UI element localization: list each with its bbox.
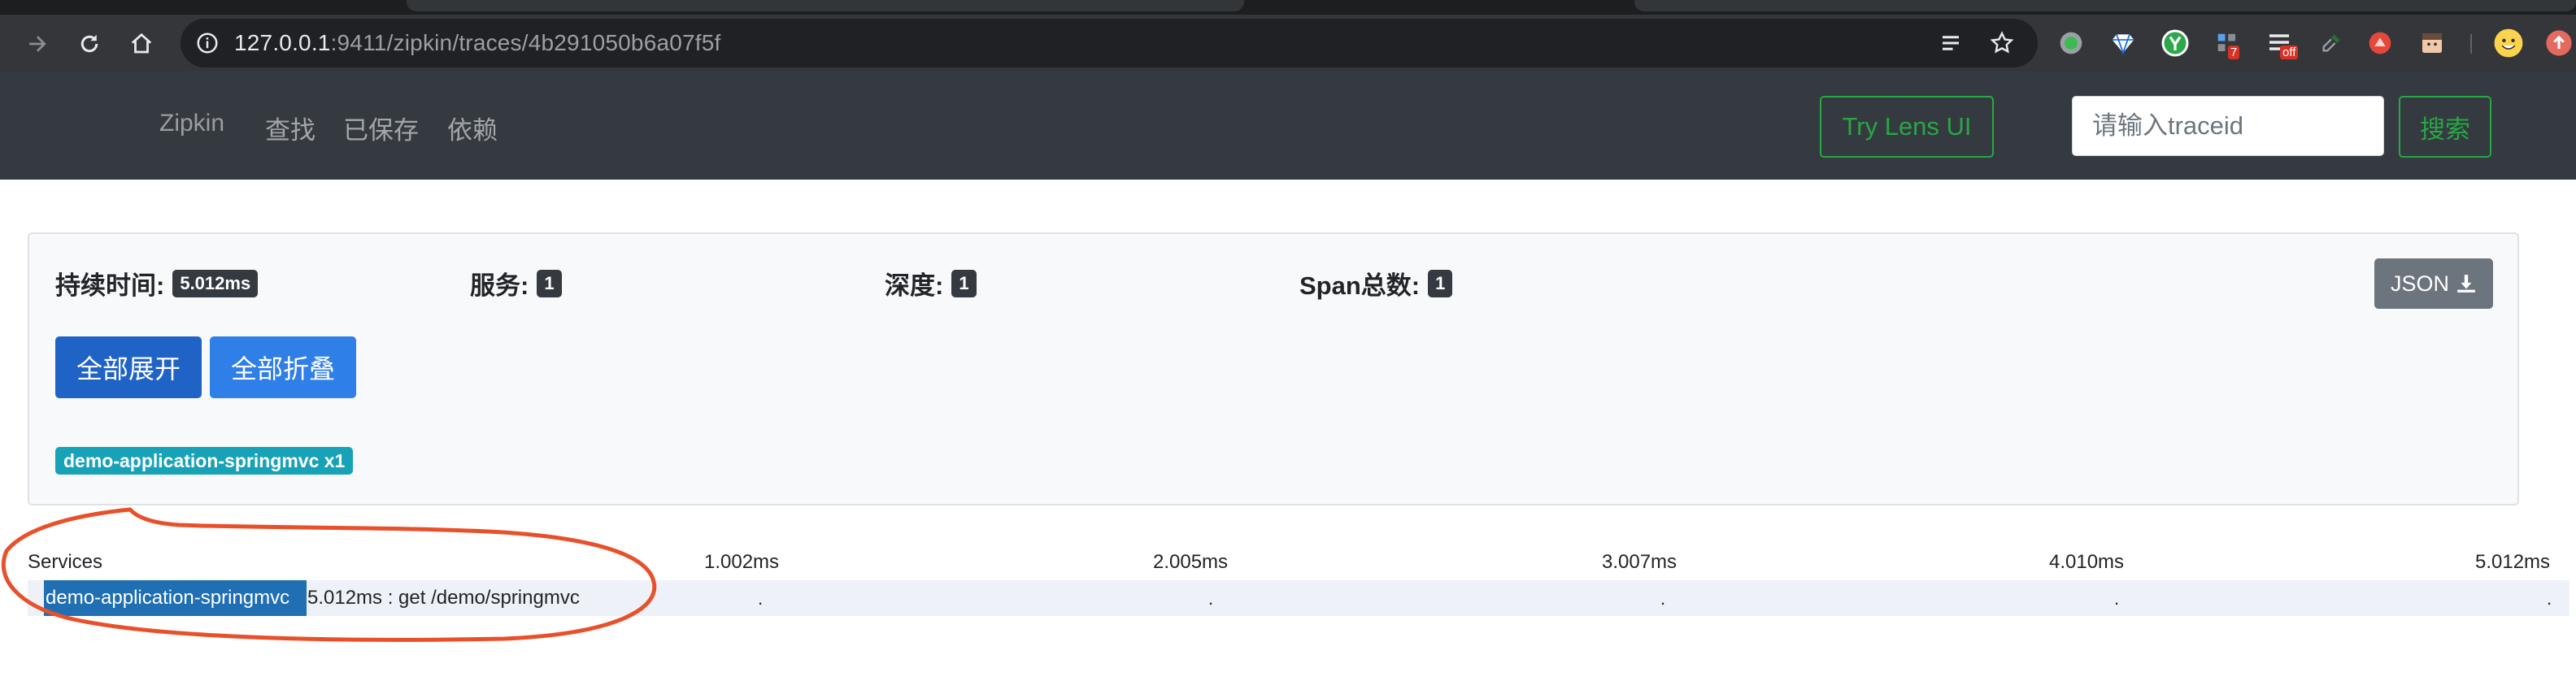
extension-blocks-icon[interactable]: 7: [2212, 28, 2243, 59]
duration-badge: 5.012ms: [172, 269, 259, 297]
traceid-input[interactable]: [2072, 96, 2384, 156]
brand-logo[interactable]: Zipkin: [159, 110, 224, 137]
nav-link-saved[interactable]: 已保存: [343, 110, 419, 146]
span-count-stat: Span总数: 1: [1299, 265, 1453, 301]
browser-tab[interactable]: [1634, 0, 2576, 11]
expand-all-button[interactable]: 全部展开: [55, 336, 202, 398]
json-download-button[interactable]: JSON: [2374, 258, 2493, 309]
tick-marker: .: [1208, 588, 1214, 609]
home-button[interactable]: [125, 28, 158, 60]
span-row[interactable]: demo-application-springmvc 5.012ms : get…: [28, 580, 2569, 616]
nav-link-find[interactable]: 查找: [265, 110, 315, 146]
extension-list-icon[interactable]: off: [2264, 28, 2299, 59]
try-lens-ui-button[interactable]: Try Lens UI: [1820, 96, 1994, 158]
home-icon: [131, 33, 152, 54]
forward-button[interactable]: [21, 28, 54, 60]
trace-timeline: Services 1.002ms 2.005ms 3.007ms 4.010ms…: [0, 536, 2576, 618]
extension-badge-count: 7: [2228, 46, 2240, 59]
tick-label: 3.007ms: [1602, 551, 1677, 573]
bookmark-star-icon[interactable]: [1989, 30, 2015, 56]
extension-eyedropper-icon[interactable]: [2316, 28, 2347, 59]
browser-toolbar: 127.0.0.1:9411/zipkin/traces/4b291050b6a…: [0, 15, 2576, 72]
toolbar-divider: [2470, 34, 2472, 54]
duration-label: 持续时间:: [55, 271, 165, 300]
tick-label: 5.012ms: [2475, 551, 2551, 573]
zipkin-navbar: Zipkin 查找 已保存 依赖 Try Lens UI 搜索: [0, 72, 2576, 180]
extension-badge-off: off: [2280, 46, 2299, 59]
tick-label: 4.010ms: [2049, 551, 2125, 573]
tick-marker: .: [1660, 588, 1666, 609]
arrow-right-icon: [29, 36, 46, 52]
span-count-badge: 1: [1428, 269, 1453, 297]
extension-y-icon[interactable]: [2160, 28, 2191, 59]
search-button[interactable]: 搜索: [2399, 96, 2491, 158]
extension-red-badge-icon[interactable]: [2365, 28, 2395, 59]
reload-icon: [80, 34, 98, 53]
reload-button[interactable]: [73, 28, 106, 60]
depth-label: 深度:: [885, 271, 944, 300]
services-column-header: Services: [28, 551, 103, 573]
collapse-all-button[interactable]: 全部折叠: [210, 336, 356, 398]
tick-marker: .: [758, 588, 764, 609]
browser-tab[interactable]: [407, 0, 1244, 11]
url-text: 127.0.0.1:9411/zipkin/traces/4b291050b6a…: [234, 30, 721, 55]
address-bar[interactable]: 127.0.0.1:9411/zipkin/traces/4b291050b6a…: [181, 19, 2038, 67]
duration-stat: 持续时间: 5.012ms: [55, 265, 259, 301]
nav-link-dependencies[interactable]: 依赖: [447, 110, 498, 146]
span-count-label: Span总数:: [1299, 271, 1421, 300]
extension-diamond-icon[interactable]: [2108, 28, 2139, 59]
service-filter-badge[interactable]: demo-application-springmvc x1: [55, 447, 354, 475]
trace-summary-panel: 持续时间: 5.012ms 服务: 1 深度: 1 Span总数: 1 JSON…: [28, 232, 2519, 505]
info-icon: [197, 33, 218, 54]
services-label: 服务:: [470, 271, 529, 300]
profile-avatar[interactable]: [2493, 28, 2524, 59]
json-button-label: JSON: [2390, 271, 2449, 296]
browser-tab-strip: [0, 0, 2576, 15]
services-badge: 1: [537, 269, 562, 297]
span-service-name: demo-application-springmvc: [44, 580, 307, 616]
update-icon[interactable]: [2543, 28, 2574, 59]
tick-marker: .: [2547, 588, 2552, 609]
tick-marker: .: [2114, 588, 2120, 609]
extension-green-circle-icon[interactable]: [2056, 28, 2086, 59]
depth-stat: 深度: 1: [885, 265, 977, 301]
extension-face-icon[interactable]: [2417, 28, 2448, 59]
download-icon: [2457, 275, 2475, 293]
reader-mode-icon[interactable]: [1939, 31, 1963, 55]
tick-label: 1.002ms: [704, 551, 780, 573]
tick-label: 2.005ms: [1153, 551, 1229, 573]
depth-badge: 1: [951, 269, 977, 297]
services-stat: 服务: 1: [470, 265, 562, 301]
span-duration-label: 5.012ms : get /demo/springmvc: [307, 587, 580, 609]
